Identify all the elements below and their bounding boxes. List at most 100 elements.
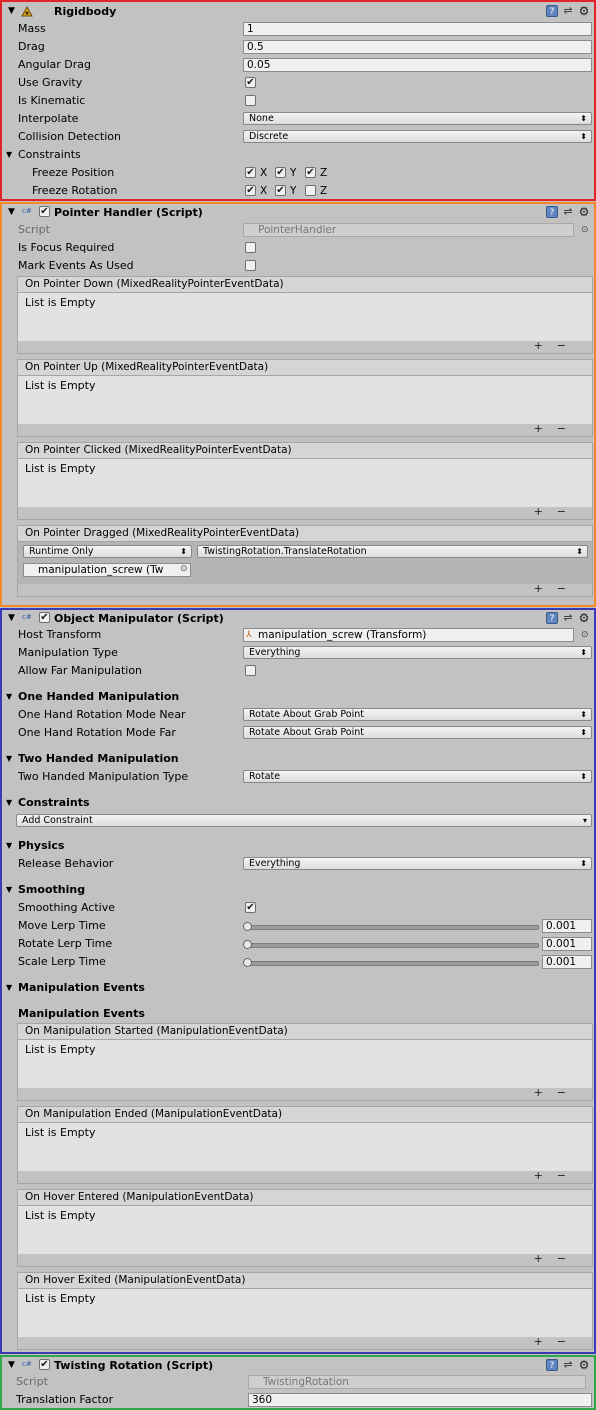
pointer-handler-header[interactable]: ▼ c# ✔ Pointer Handler (Script) ? ⇌ ⚙ (4, 204, 592, 221)
component-enabled-checkbox[interactable]: ✔ (39, 1359, 50, 1370)
object-picker-icon[interactable]: ⊙ (180, 564, 188, 574)
remove-icon[interactable]: − (557, 1335, 580, 1348)
triangle-down-icon[interactable]: ▼ (6, 882, 12, 898)
one-handed-section-title[interactable]: One Handed Manipulation (18, 689, 179, 705)
scale-lerp-time-field[interactable]: 0.001 (542, 955, 592, 969)
smoothing-section-title[interactable]: Smoothing (18, 882, 85, 898)
triangle-down-icon[interactable]: ▼ (6, 838, 12, 854)
freeze-rotation-z-checkbox[interactable] (305, 185, 316, 196)
rotation-mode-far-value: Rotate About Grab Point (249, 727, 364, 738)
gear-icon[interactable]: ⚙ (578, 206, 590, 218)
event-target-object-field[interactable]: manipulation_screw (Tw (23, 563, 191, 577)
triangle-down-icon[interactable]: ▼ (8, 1360, 15, 1370)
script-value: PointerHandler (258, 224, 337, 236)
rotate-lerp-time-field[interactable]: 0.001 (542, 937, 592, 951)
remove-icon[interactable]: − (557, 1169, 580, 1182)
translation-factor-field[interactable]: 360 (248, 1393, 592, 1407)
remove-icon[interactable]: − (557, 582, 580, 595)
interpolate-dropdown[interactable]: None ⬍ (243, 112, 592, 125)
object-picker-icon[interactable]: ⊙ (581, 222, 589, 238)
freeze-position-x-checkbox[interactable]: ✔ (245, 167, 256, 178)
remove-icon[interactable]: − (557, 422, 580, 435)
event-target-object-value: manipulation_screw (Tw (38, 564, 164, 576)
gear-icon[interactable]: ⚙ (578, 1359, 590, 1371)
object-manipulator-header[interactable]: ▼ c# ✔ Object Manipulator (Script) ? ⇌ ⚙ (4, 610, 592, 627)
add-icon[interactable]: + (534, 422, 557, 435)
help-icon[interactable]: ? (546, 612, 558, 624)
preset-icon[interactable]: ⇌ (562, 5, 574, 17)
mass-field[interactable]: 1 (243, 22, 592, 36)
remove-icon[interactable]: − (557, 1086, 580, 1099)
rotation-mode-near-dropdown[interactable]: Rotate About Grab Point ⬍ (243, 708, 592, 721)
scale-lerp-time-slider[interactable] (247, 961, 539, 966)
axis-z-label: Z (320, 185, 328, 197)
freeze-rotation-x-checkbox[interactable]: ✔ (245, 185, 256, 196)
add-icon[interactable]: + (534, 1335, 557, 1348)
triangle-down-icon[interactable]: ▼ (8, 6, 15, 16)
triangle-down-icon[interactable]: ▼ (6, 689, 12, 705)
triangle-down-icon[interactable]: ▼ (6, 751, 12, 767)
add-constraint-dropdown[interactable]: Add Constraint ▾ (16, 814, 592, 827)
help-icon[interactable]: ? (546, 1359, 558, 1371)
freeze-position-y-checkbox[interactable]: ✔ (275, 167, 286, 178)
is-focus-required-checkbox[interactable] (245, 242, 256, 253)
physics-section-title[interactable]: Physics (18, 838, 64, 854)
two-handed-section-title[interactable]: Two Handed Manipulation (18, 751, 179, 767)
add-icon[interactable]: + (534, 582, 557, 595)
component-enabled-checkbox[interactable]: ✔ (39, 206, 50, 217)
angular-drag-field[interactable]: 0.05 (243, 58, 592, 72)
help-icon[interactable]: ? (546, 5, 558, 17)
release-behavior-dropdown[interactable]: Everything ⬍ (243, 857, 592, 870)
component-enabled-checkbox[interactable]: ✔ (39, 612, 50, 623)
gear-icon[interactable]: ⚙ (578, 5, 590, 17)
constraints-section-title[interactable]: Constraints (18, 795, 90, 811)
script-field: PointerHandler (243, 223, 574, 237)
add-icon[interactable]: + (534, 505, 557, 518)
object-picker-icon[interactable]: ⊙ (581, 627, 589, 643)
rotate-lerp-time-slider[interactable] (247, 943, 539, 948)
move-lerp-time-slider[interactable] (247, 925, 539, 930)
freeze-position-z-checkbox[interactable]: ✔ (305, 167, 316, 178)
gear-icon[interactable]: ⚙ (578, 612, 590, 624)
rigidbody-header[interactable]: ▼ Rigidbody ? ⇌ ⚙ (4, 3, 592, 20)
preset-icon[interactable]: ⇌ (562, 1359, 574, 1371)
drag-field[interactable]: 0.5 (243, 40, 592, 54)
triangle-down-icon[interactable]: ▼ (8, 207, 15, 217)
smoothing-active-checkbox[interactable]: ✔ (245, 902, 256, 913)
add-icon[interactable]: + (534, 1169, 557, 1182)
rotation-mode-far-dropdown[interactable]: Rotate About Grab Point ⬍ (243, 726, 592, 739)
axis-x-label: X (260, 167, 268, 179)
preset-icon[interactable]: ⇌ (562, 206, 574, 218)
event-title: On Manipulation Ended (ManipulationEvent… (18, 1107, 592, 1123)
triangle-down-icon[interactable]: ▼ (6, 980, 12, 996)
move-lerp-time-field[interactable]: 0.001 (542, 919, 592, 933)
mark-events-checkbox[interactable] (245, 260, 256, 271)
host-transform-field[interactable]: ⅄ manipulation_screw (Transform) (243, 628, 574, 642)
triangle-down-icon[interactable]: ▼ (6, 147, 12, 163)
allow-far-manipulation-checkbox[interactable] (245, 665, 256, 676)
manipulation-type-dropdown[interactable]: Everything ⬍ (243, 646, 592, 659)
dropdown-arrow-icon: ⬍ (580, 859, 587, 868)
method-dropdown[interactable]: TwistingRotation.TranslateRotation ⬍ (197, 545, 588, 558)
help-icon[interactable]: ? (546, 206, 558, 218)
add-icon[interactable]: + (534, 339, 557, 352)
freeze-rotation-y-checkbox[interactable]: ✔ (275, 185, 286, 196)
runtime-mode-dropdown[interactable]: Runtime Only ⬍ (23, 545, 192, 558)
twisting-rotation-header[interactable]: ▼ c# ✔ Twisting Rotation (Script) ? ⇌ ⚙ (4, 1357, 592, 1374)
collision-detection-dropdown[interactable]: Discrete ⬍ (243, 130, 592, 143)
manipulation-events-section-title[interactable]: Manipulation Events (18, 980, 145, 996)
two-handed-type-dropdown[interactable]: Rotate ⬍ (243, 770, 592, 783)
add-icon[interactable]: + (534, 1086, 557, 1099)
scale-lerp-time-label: Scale Lerp Time (18, 955, 106, 968)
triangle-down-icon[interactable]: ▼ (8, 613, 15, 623)
remove-icon[interactable]: − (557, 1252, 580, 1265)
add-icon[interactable]: + (534, 1252, 557, 1265)
remove-icon[interactable]: − (557, 505, 580, 518)
use-gravity-checkbox[interactable]: ✔ (245, 77, 256, 88)
is-kinematic-checkbox[interactable] (245, 95, 256, 106)
triangle-down-icon[interactable]: ▼ (6, 795, 12, 811)
constraints-label[interactable]: Constraints (18, 147, 81, 163)
preset-icon[interactable]: ⇌ (562, 612, 574, 624)
remove-icon[interactable]: − (557, 339, 580, 352)
event-title: On Pointer Dragged (MixedRealityPointerE… (18, 526, 592, 542)
